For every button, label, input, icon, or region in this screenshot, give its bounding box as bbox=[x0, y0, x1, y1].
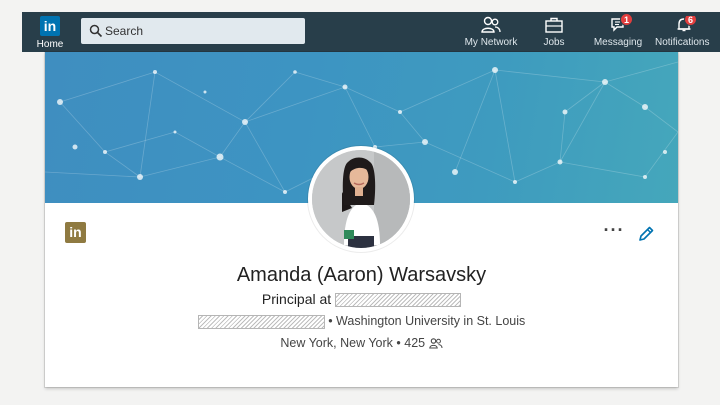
nav-messaging[interactable]: 1 Messaging bbox=[590, 13, 646, 50]
profile-headline: Principal at bbox=[45, 291, 678, 308]
connections-count[interactable]: 425 bbox=[404, 336, 425, 350]
more-options-button[interactable]: ··· bbox=[601, 221, 627, 242]
redacted-current-company bbox=[197, 314, 325, 329]
search-icon bbox=[89, 24, 103, 38]
nav-notifications[interactable]: 6 Notifications bbox=[654, 16, 720, 50]
connections-icon bbox=[428, 338, 443, 349]
profile-name: Amanda (Aaron) Warsavsky bbox=[236, 264, 487, 286]
redacted-company bbox=[335, 293, 462, 308]
profile-location-line: New York, New York • 425 bbox=[45, 336, 678, 350]
edit-pencil-icon[interactable] bbox=[636, 224, 656, 244]
headline-prefix: Principal at bbox=[261, 291, 332, 307]
nav-my-network-label: My Network bbox=[464, 37, 518, 48]
nav-home-label: Home bbox=[36, 39, 64, 50]
linkedin-logo-icon: in bbox=[40, 16, 60, 36]
top-nav: in Home My Network Jobs 1 bbox=[22, 12, 720, 52]
nav-jobs-label: Jobs bbox=[543, 37, 565, 48]
nav-my-network[interactable]: My Network bbox=[458, 16, 524, 50]
briefcase-icon bbox=[545, 17, 563, 33]
linkedin-brand-icon: in bbox=[65, 222, 86, 243]
profile-education-line: • Washington University in St. Louis bbox=[45, 314, 678, 329]
location-separator: • bbox=[396, 336, 401, 350]
location-text: New York, New York bbox=[280, 336, 393, 350]
school-name[interactable]: • Washington University in St. Louis bbox=[328, 314, 525, 328]
people-icon bbox=[481, 16, 501, 33]
nav-jobs[interactable]: Jobs bbox=[536, 16, 572, 50]
notifications-badge: 6 bbox=[684, 16, 697, 26]
nav-home[interactable]: in Home bbox=[22, 14, 78, 50]
profile-card: in ··· Amanda (Aaron) Warsavsky Principa… bbox=[45, 52, 678, 387]
nav-notifications-label: Notifications bbox=[655, 37, 710, 48]
search-box[interactable] bbox=[81, 18, 305, 44]
search-input[interactable] bbox=[105, 18, 300, 44]
profile-photo[interactable] bbox=[308, 146, 414, 252]
messaging-badge: 1 bbox=[620, 13, 633, 26]
profile-photo-image bbox=[312, 150, 410, 248]
nav-messaging-label: Messaging bbox=[593, 37, 643, 48]
